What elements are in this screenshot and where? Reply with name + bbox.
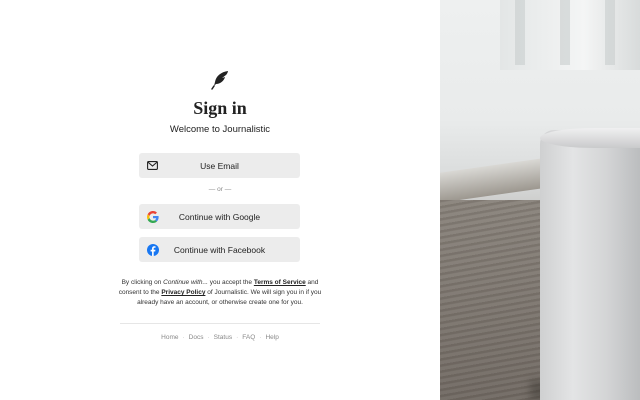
footer-separator: · — [259, 334, 262, 341]
photo-blind — [515, 0, 525, 65]
legal-continue-with: Continue with... — [163, 279, 208, 286]
photo-book — [440, 157, 550, 203]
google-icon — [146, 210, 159, 223]
footer-link-help[interactable]: Help — [265, 334, 278, 341]
or-divider: — or — — [208, 186, 232, 193]
continue-with-google-button[interactable]: Continue with Google — [139, 204, 300, 229]
feather-logo-icon — [211, 70, 229, 90]
footer-divider — [120, 323, 320, 324]
photo-mug-rim — [540, 128, 640, 148]
page-title: Sign in — [193, 98, 247, 118]
footer-link-home[interactable]: Home — [161, 334, 178, 341]
footer-nav: Home · Docs · Status · FAQ · Help — [0, 334, 440, 341]
continue-with-facebook-label: Continue with Facebook — [173, 244, 266, 255]
legal-text-1: By clicking on — [121, 279, 164, 286]
photo-blind — [605, 0, 615, 65]
footer-separator: · — [182, 334, 185, 341]
footer-separator: · — [236, 334, 239, 341]
continue-with-facebook-button[interactable]: Continue with Facebook — [139, 237, 300, 262]
page-subtitle: Welcome to Journalistic — [169, 124, 271, 135]
privacy-policy-link[interactable]: Privacy Policy — [161, 289, 205, 296]
terms-of-service-link[interactable]: Terms of Service — [254, 279, 306, 286]
mail-icon — [146, 159, 159, 172]
footer-link-status[interactable]: Status — [214, 334, 232, 341]
footer-link-docs[interactable]: Docs — [189, 334, 204, 341]
hero-photo-coffee-mug — [440, 0, 640, 400]
photo-blind — [560, 0, 570, 65]
legal-notice: By clicking on Continue with... you acce… — [118, 278, 322, 308]
facebook-icon — [146, 243, 159, 256]
photo-mug — [540, 130, 640, 400]
sign-in-panel: Sign in Welcome to Journalistic Use Emai… — [0, 0, 440, 400]
continue-with-google-label: Continue with Google — [178, 211, 261, 222]
footer-separator: · — [207, 334, 210, 341]
use-email-label: Use Email — [200, 160, 239, 171]
legal-text-2: you accept the — [207, 279, 254, 286]
footer-link-faq[interactable]: FAQ — [242, 334, 255, 341]
use-email-button[interactable]: Use Email — [139, 153, 300, 178]
